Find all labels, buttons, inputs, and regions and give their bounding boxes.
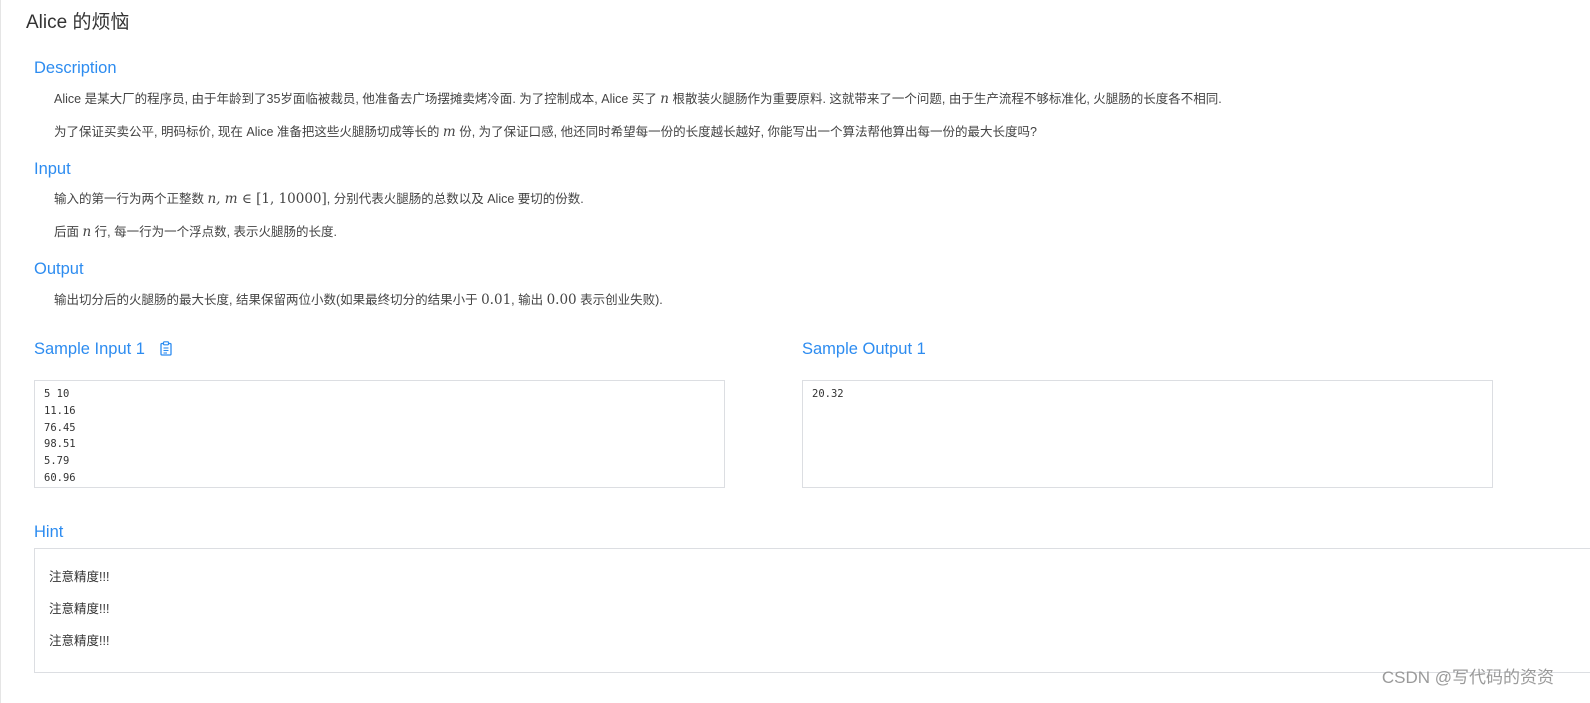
input-heading: Input — [34, 160, 71, 178]
output-heading: Output — [34, 260, 84, 278]
input-text: 输入的第一行为两个正整数 — [54, 192, 208, 206]
hint-line: 注意精度!!! — [49, 602, 110, 616]
sample-input-label: Sample Input 1 — [34, 340, 145, 358]
output-paragraph: 输出切分后的火腿肠的最大长度, 结果保留两位小数(如果最终切分的结果小于 0.0… — [54, 289, 663, 308]
math-value: 0.01 — [481, 292, 512, 308]
math-expression: n, m ∈ — [207, 191, 257, 207]
sample-output-title: Sample Output 1 — [802, 340, 926, 358]
description-paragraph-1: Alice 是某大厂的程序员, 由于年龄到了35岁面临被裁员, 他准备去广场摆摊… — [54, 88, 1222, 107]
output-text: , 输出 — [511, 293, 547, 307]
description-text: 为了保证买卖公平, 明码标价, 现在 Alice 准备把这些火腿肠切成等长的 — [54, 125, 443, 139]
math-var-n: n — [660, 91, 669, 107]
sample-input-title: Sample Input 1 — [34, 340, 172, 361]
description-paragraph-2: 为了保证买卖公平, 明码标价, 现在 Alice 准备把这些火腿肠切成等长的 m… — [54, 121, 1037, 140]
math-var-m: m — [442, 124, 456, 140]
description-text: 份, 为了保证口感, 他还同时希望每一份的长度越长越好, 你能写出一个算法帮他算… — [455, 125, 1037, 139]
input-text: 行, 每一行为一个浮点数, 表示火腿肠的长度. — [91, 225, 338, 239]
math-var-n: n — [82, 224, 92, 240]
sample-input-box[interactable]: 5 10 11.16 76.45 98.51 5.79 60.96 — [34, 380, 725, 488]
output-text: 表示创业失败). — [576, 293, 663, 307]
hint-heading: Hint — [34, 523, 64, 541]
math-range: [1, 10000] — [256, 191, 327, 207]
description-heading: Description — [34, 59, 117, 77]
input-text: , 分别代表火腿肠的总数以及 Alice 要切的份数. — [326, 192, 584, 206]
math-value: 0.00 — [546, 292, 577, 308]
input-paragraph-2: 后面 n 行, 每一行为一个浮点数, 表示火腿肠的长度. — [54, 221, 337, 240]
problem-title: Alice 的烦恼 — [26, 12, 130, 33]
hint-box: 注意精度!!! 注意精度!!! 注意精度!!! — [34, 548, 1590, 673]
watermark: CSDN @写代码的资资 — [1381, 668, 1554, 687]
description-text: Alice 是某大厂的程序员, 由于年龄到了35岁面临被裁员, 他准备去广场摆摊… — [54, 92, 661, 106]
input-paragraph-1: 输入的第一行为两个正整数 n, m ∈ [1, 10000], 分别代表火腿肠的… — [54, 188, 584, 207]
hint-line: 注意精度!!! — [49, 634, 110, 648]
sample-output-box[interactable]: 20.32 — [802, 380, 1493, 488]
clipboard-icon[interactable] — [159, 341, 172, 361]
hint-line: 注意精度!!! — [49, 570, 110, 584]
description-text: 根散装火腿肠作为重要原料. 这就带来了一个问题, 由于生产流程不够标准化, 火腿… — [669, 92, 1222, 106]
input-text: 后面 — [54, 225, 83, 239]
left-border — [0, 0, 1, 703]
output-text: 输出切分后的火腿肠的最大长度, 结果保留两位小数(如果最终切分的结果小于 — [54, 293, 482, 307]
